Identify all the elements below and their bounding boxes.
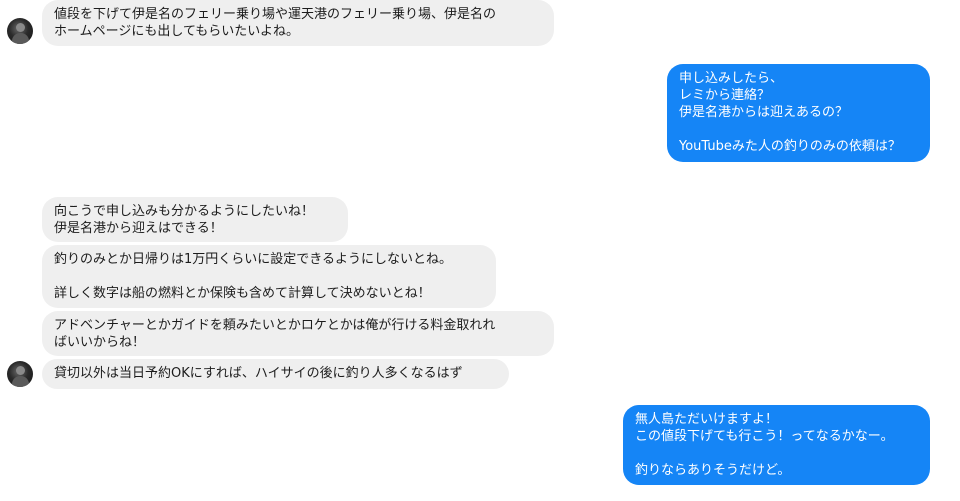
message-thread: 値段を下げて伊是名のフェリー乗り場や運天港のフェリー乗り場、伊是名の ホームペー…	[0, 0, 960, 501]
message-bubble-incoming: 貸切以外は当日予約OKにすれば、ハイサイの後に釣り人多くなるはず	[42, 359, 509, 389]
contact-avatar[interactable]	[7, 361, 33, 387]
message-bubble-incoming: 釣りのみとか日帰りは1万円くらいに設定できるようにしないとね。 詳しく数字は船の…	[42, 245, 496, 308]
message-bubble-incoming: 向こうで申し込みも分かるようにしたいね！ 伊是名港から迎えはできる！	[42, 197, 348, 242]
message-bubble-outgoing: 申し込みしたら、 レミから連絡？ 伊是名港からは迎えあるの？ YouTubeみた…	[667, 64, 930, 162]
message-bubble-incoming: 値段を下げて伊是名のフェリー乗り場や運天港のフェリー乗り場、伊是名の ホームペー…	[42, 0, 554, 46]
contact-avatar[interactable]	[7, 18, 33, 44]
message-bubble-incoming: アドベンチャーとかガイドを頼みたいとかロケとかは俺が行ける料金取れれ ばいいから…	[42, 311, 554, 356]
message-bubble-outgoing: 無人島ただいけますよ！ この値段下げても行こう！ってなるかなー。 釣りならありそ…	[623, 405, 930, 485]
